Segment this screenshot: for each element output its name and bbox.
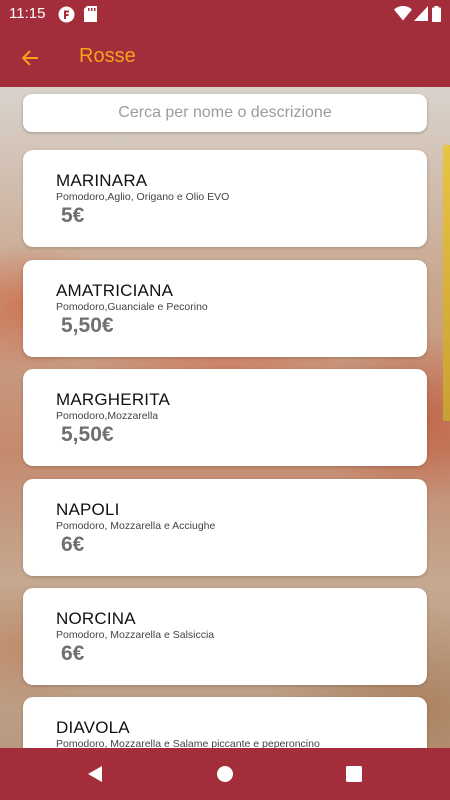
- item-description: Pomodoro,Aglio, Origano e Olio EVO: [56, 191, 230, 203]
- item-name: AMATRICIANA: [56, 281, 174, 300]
- menu-list[interactable]: MARINARA Pomodoro,Aglio, Origano e Olio …: [0, 87, 450, 748]
- item-description: Pomodoro, Mozzarella e Acciughe: [56, 520, 216, 532]
- item-name: MARGHERITA: [56, 390, 171, 409]
- nav-back-icon: [83, 766, 107, 790]
- nav-home-icon: [213, 766, 237, 790]
- item-price: 5€: [61, 204, 85, 227]
- status-bar: 11:15: [0, 0, 450, 28]
- item-name: MARINARA: [56, 171, 148, 190]
- app-notification-icon: [58, 6, 75, 28]
- back-button[interactable]: [14, 42, 48, 74]
- nav-recents-button[interactable]: [342, 762, 366, 786]
- app-bar: Rosse: [0, 28, 450, 87]
- back-arrow-icon: [14, 50, 48, 78]
- item-price: 5,50€: [61, 423, 114, 446]
- sd-card-icon: [84, 6, 97, 27]
- nav-home-button[interactable]: [213, 762, 237, 786]
- item-price: 6€: [61, 642, 85, 665]
- list-item[interactable]: MARGHERITA Pomodoro,Mozzarella 5,50€: [23, 369, 427, 466]
- battery-icon: [432, 6, 441, 27]
- nav-back-button[interactable]: [83, 762, 107, 786]
- item-description: Pomodoro, Mozzarella e Salame piccante e…: [56, 738, 320, 748]
- wifi-icon: [394, 6, 412, 26]
- background-accent: [443, 145, 450, 421]
- item-description: Pomodoro,Mozzarella: [56, 410, 159, 422]
- item-description: Pomodoro, Mozzarella e Salsiccia: [56, 629, 215, 641]
- list-item[interactable]: NAPOLI Pomodoro, Mozzarella e Acciughe 6…: [23, 479, 427, 576]
- item-description: Pomodoro,Guanciale e Pecorino: [56, 301, 208, 313]
- list-item[interactable]: MARINARA Pomodoro,Aglio, Origano e Olio …: [23, 150, 427, 247]
- item-name: NAPOLI: [56, 500, 120, 519]
- nav-recents-icon: [342, 766, 366, 790]
- item-price: 5,50€: [61, 314, 114, 337]
- search-input[interactable]: [41, 103, 409, 123]
- status-time: 11:15: [9, 5, 46, 22]
- search-bar[interactable]: [23, 94, 427, 132]
- item-name: DIAVOLA: [56, 718, 130, 737]
- list-item[interactable]: AMATRICIANA Pomodoro,Guanciale e Pecorin…: [23, 260, 427, 357]
- list-item[interactable]: DIAVOLA Pomodoro, Mozzarella e Salame pi…: [23, 697, 427, 748]
- signal-icon: [414, 6, 428, 26]
- list-item[interactable]: NORCINA Pomodoro, Mozzarella e Salsiccia…: [23, 588, 427, 685]
- item-name: NORCINA: [56, 609, 136, 628]
- page-title: Rosse: [79, 45, 136, 67]
- item-price: 6€: [61, 533, 85, 556]
- system-nav-bar: [0, 748, 450, 800]
